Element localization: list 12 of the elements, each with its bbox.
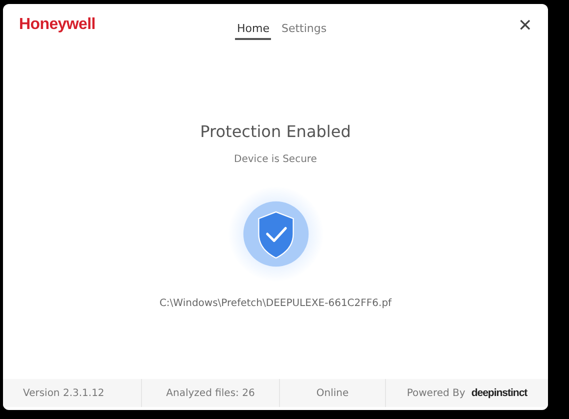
vendor-logo: deepinstinct (471, 387, 528, 399)
nav-tab[interactable]: Settings (279, 20, 329, 40)
connection-status: Online (280, 379, 386, 407)
analyzed-files-count: Analyzed files: 26 (142, 379, 280, 407)
status-title: Protection Enabled (200, 122, 351, 141)
brand-logo: Honeywell (19, 16, 96, 34)
scanned-file-path: C:\Windows\Prefetch\DEEPULEXE-661C2FF6.pf (159, 298, 392, 309)
close-button[interactable]: ✕ (514, 14, 536, 36)
nav-tab[interactable]: Home (235, 20, 272, 40)
status-subtitle: Device is Secure (234, 154, 317, 165)
powered-by-label: Powered By (406, 388, 466, 398)
version-label: Version 2.3.1.12 (3, 379, 142, 407)
